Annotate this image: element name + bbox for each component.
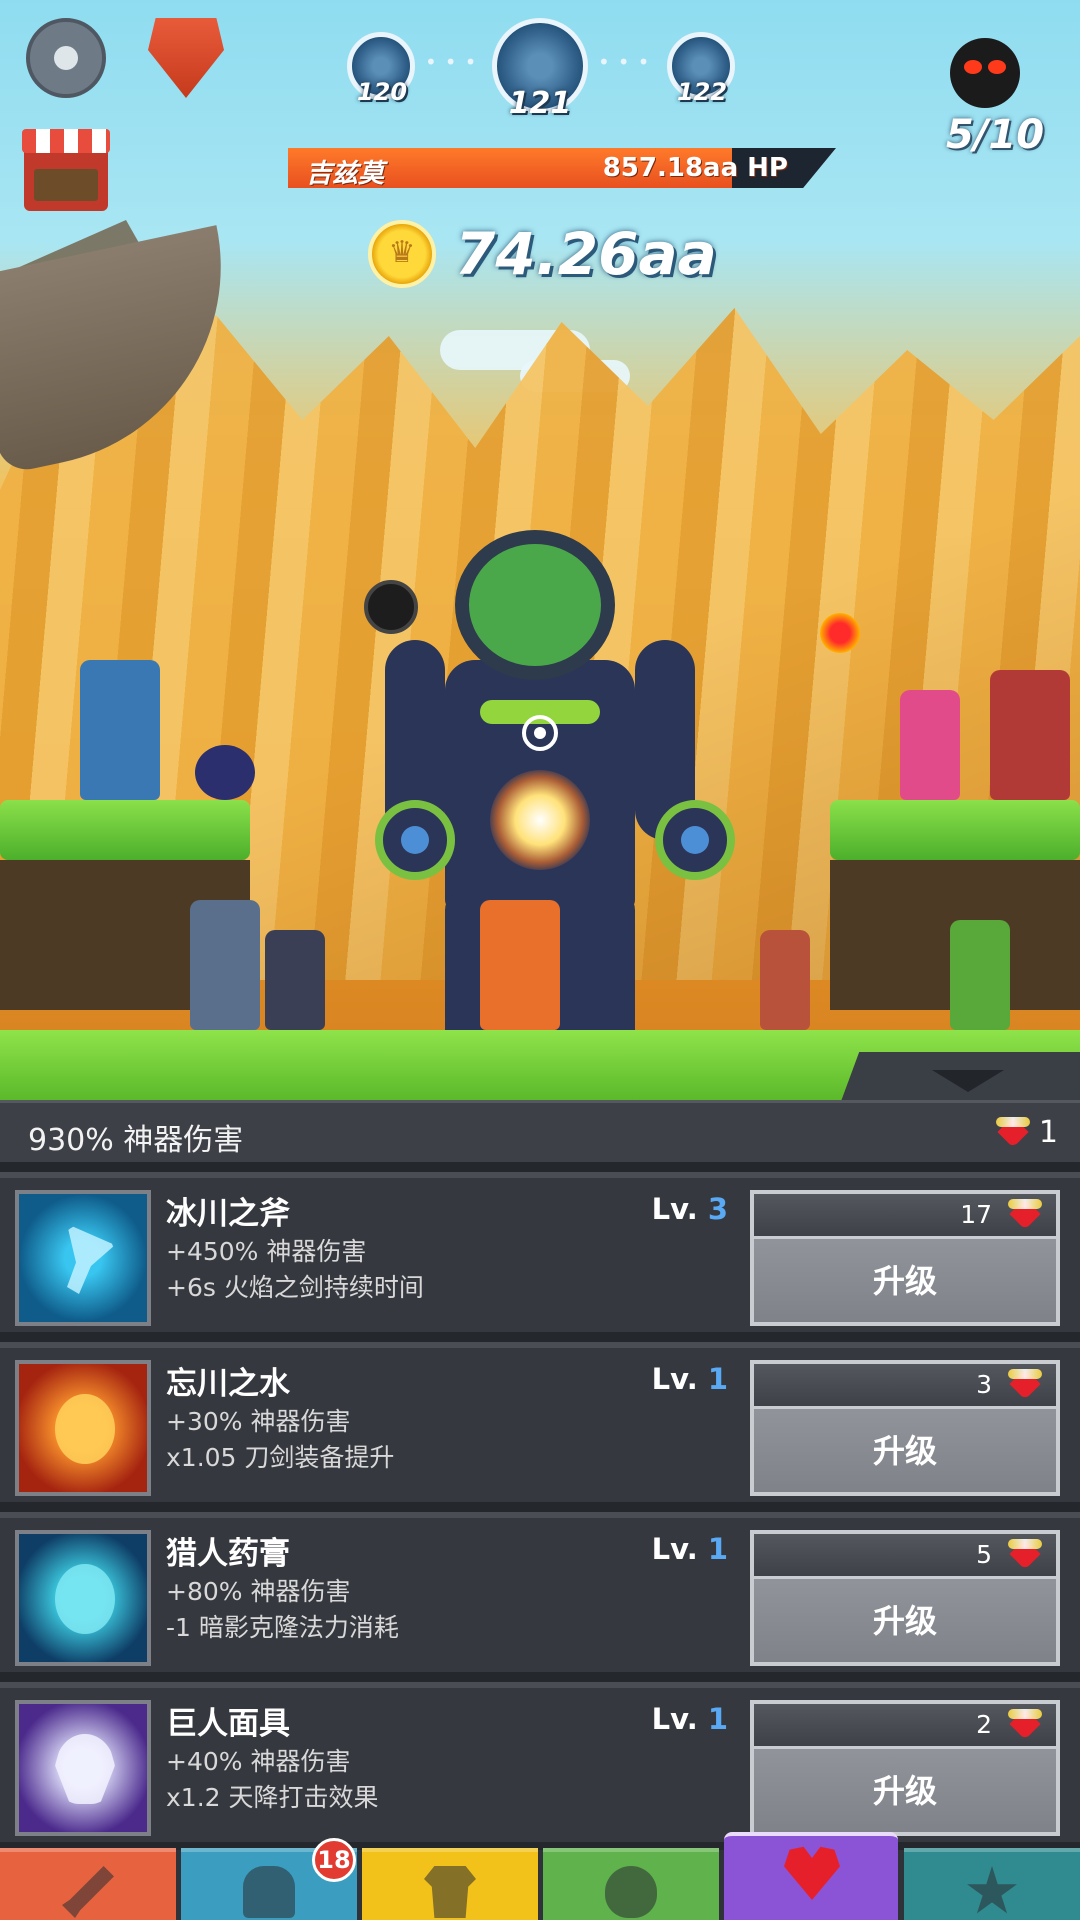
upgrade-cost: 5 bbox=[754, 1534, 1056, 1579]
shop-stall-icon[interactable] bbox=[22, 129, 110, 211]
shirt-icon bbox=[424, 1866, 476, 1918]
artifact-name: 冰川之斧 bbox=[166, 1196, 290, 1232]
upgrade-cost: 17 bbox=[754, 1194, 1056, 1239]
fox-hero bbox=[480, 900, 560, 1030]
sword-icon bbox=[62, 1866, 114, 1918]
upgrade-button[interactable]: 3 升级 bbox=[750, 1360, 1060, 1496]
tab-equipment[interactable] bbox=[362, 1848, 538, 1920]
upgrade-button[interactable]: 5 升级 bbox=[750, 1530, 1060, 1666]
tab-shop[interactable] bbox=[904, 1848, 1080, 1920]
artifact-effect: +40% 神器伤害 bbox=[166, 1747, 351, 1776]
artifact-level: Lv. 1 bbox=[651, 1362, 728, 1396]
artifact-effect: x1.05 刀剑装备提升 bbox=[166, 1443, 395, 1472]
hero-notification-badge: 18 bbox=[312, 1838, 356, 1882]
relic-heart-icon bbox=[1008, 1709, 1042, 1739]
artifact-level: Lv. 1 bbox=[651, 1702, 728, 1736]
upgrade-button[interactable]: 17 升级 bbox=[750, 1190, 1060, 1326]
list-item: 猎人药膏 +80% 神器伤害 -1 暗影克隆法力消耗 Lv. 1 5 升级 bbox=[0, 1512, 1080, 1672]
boss-head bbox=[455, 530, 615, 680]
gold-amount: 74.26aa bbox=[455, 220, 717, 288]
artifact-effect: +6s 火焰之剑持续时间 bbox=[166, 1273, 424, 1302]
bomb-projectile bbox=[364, 580, 418, 634]
hit-explosion bbox=[490, 770, 590, 870]
archer-hero bbox=[900, 690, 960, 800]
tab-artifacts[interactable] bbox=[724, 1832, 898, 1920]
artifact-effect: +450% 神器伤害 bbox=[166, 1237, 367, 1266]
wave-counter: 5/10 bbox=[945, 112, 1045, 158]
artifact-level: Lv. 3 bbox=[651, 1192, 728, 1226]
boss-right-leg bbox=[555, 890, 635, 1030]
relic-heart-icon bbox=[1008, 1369, 1042, 1399]
boss-hp-bar: 吉兹莫 857.18aa HP bbox=[288, 148, 836, 188]
upgrade-button-label: 升级 bbox=[872, 1262, 937, 1300]
tab-pets[interactable] bbox=[543, 1848, 719, 1920]
boss-left-hand bbox=[375, 800, 455, 880]
relic-count: 1 bbox=[1038, 1115, 1058, 1150]
giant-mask-icon bbox=[15, 1700, 151, 1836]
upgrade-button-label: 升级 bbox=[872, 1602, 937, 1640]
boss-name: 吉兹莫 bbox=[306, 159, 385, 189]
stage-dots: ••• bbox=[598, 50, 658, 74]
boss-devil-icon bbox=[950, 38, 1020, 108]
boss-right-hand bbox=[655, 800, 735, 880]
right-ledge bbox=[830, 800, 1080, 1010]
hunter-ointment-icon bbox=[15, 1530, 151, 1666]
artifact-damage-summary: 930% 神器伤害 bbox=[28, 1123, 244, 1158]
tap-target-icon[interactable] bbox=[522, 715, 558, 751]
artifact-effect: +30% 神器伤害 bbox=[166, 1407, 351, 1436]
boss-hp-value: 857.18aa HP bbox=[602, 153, 788, 183]
artifact-effect: +80% 神器伤害 bbox=[166, 1577, 351, 1606]
relic-heart-icon bbox=[1008, 1539, 1042, 1569]
artifact-list[interactable]: 冰川之斧 +450% 神器伤害 +6s 火焰之剑持续时间 Lv. 3 17 升级… bbox=[0, 1162, 1080, 1850]
ninja-hero bbox=[195, 745, 255, 800]
cannon-hero bbox=[990, 670, 1070, 800]
stage-dots: ••• bbox=[425, 50, 485, 74]
upgrade-button-label: 升级 bbox=[872, 1772, 937, 1810]
upgrade-button[interactable]: 2 升级 bbox=[750, 1700, 1060, 1836]
artifact-name: 忘川之水 bbox=[166, 1366, 290, 1402]
hero-helmet-icon bbox=[243, 1866, 295, 1918]
stage-next-label: 122 bbox=[676, 78, 728, 106]
bottom-nav bbox=[0, 1832, 1080, 1920]
upgrade-button-label: 升级 bbox=[872, 1432, 937, 1470]
spear-hero bbox=[265, 930, 325, 1030]
fireball-projectile bbox=[820, 613, 860, 653]
artifact-name: 猎人药膏 bbox=[166, 1536, 290, 1572]
settings-gear-icon[interactable] bbox=[26, 18, 106, 98]
left-ledge bbox=[0, 800, 250, 1010]
glacier-axe-icon bbox=[15, 1190, 151, 1326]
star-icon bbox=[967, 1866, 1017, 1914]
artifact-level: Lv. 1 bbox=[651, 1532, 728, 1566]
artifact-effect: -1 暗影克隆法力消耗 bbox=[166, 1613, 399, 1642]
stage-current-label: 121 bbox=[508, 86, 572, 121]
artifact-summary-bar: 930% 神器伤害 1 bbox=[0, 1100, 1080, 1162]
upgrade-cost: 3 bbox=[754, 1364, 1056, 1409]
list-item: 冰川之斧 +450% 神器伤害 +6s 火焰之剑持续时间 Lv. 3 17 升级 bbox=[0, 1172, 1080, 1332]
artifact-name: 巨人面具 bbox=[166, 1706, 290, 1742]
artifact-heart-icon bbox=[784, 1846, 840, 1900]
knight-hero bbox=[80, 660, 160, 800]
gunner-hero bbox=[760, 930, 810, 1030]
stage-previous-label: 120 bbox=[356, 78, 408, 106]
pet-icon bbox=[605, 1866, 657, 1918]
list-item: 忘川之水 +30% 神器伤害 x1.05 刀剑装备提升 Lv. 1 3 升级 bbox=[0, 1342, 1080, 1502]
warrior-hero bbox=[190, 900, 260, 1030]
list-item: 巨人面具 +40% 神器伤害 x1.2 天降打击效果 Lv. 1 2 升级 bbox=[0, 1682, 1080, 1842]
upgrade-cost: 2 bbox=[754, 1704, 1056, 1749]
lethe-water-potion-icon bbox=[15, 1360, 151, 1496]
tab-sword[interactable] bbox=[0, 1848, 176, 1920]
chevron-down-icon[interactable] bbox=[932, 1070, 1004, 1092]
elf-hero bbox=[950, 920, 1010, 1030]
relic-heart-icon bbox=[996, 1117, 1030, 1147]
gold-coin-icon: ♛ bbox=[368, 220, 436, 288]
artifact-effect: x1.2 天降打击效果 bbox=[166, 1783, 379, 1812]
relic-heart-icon bbox=[1008, 1199, 1042, 1229]
